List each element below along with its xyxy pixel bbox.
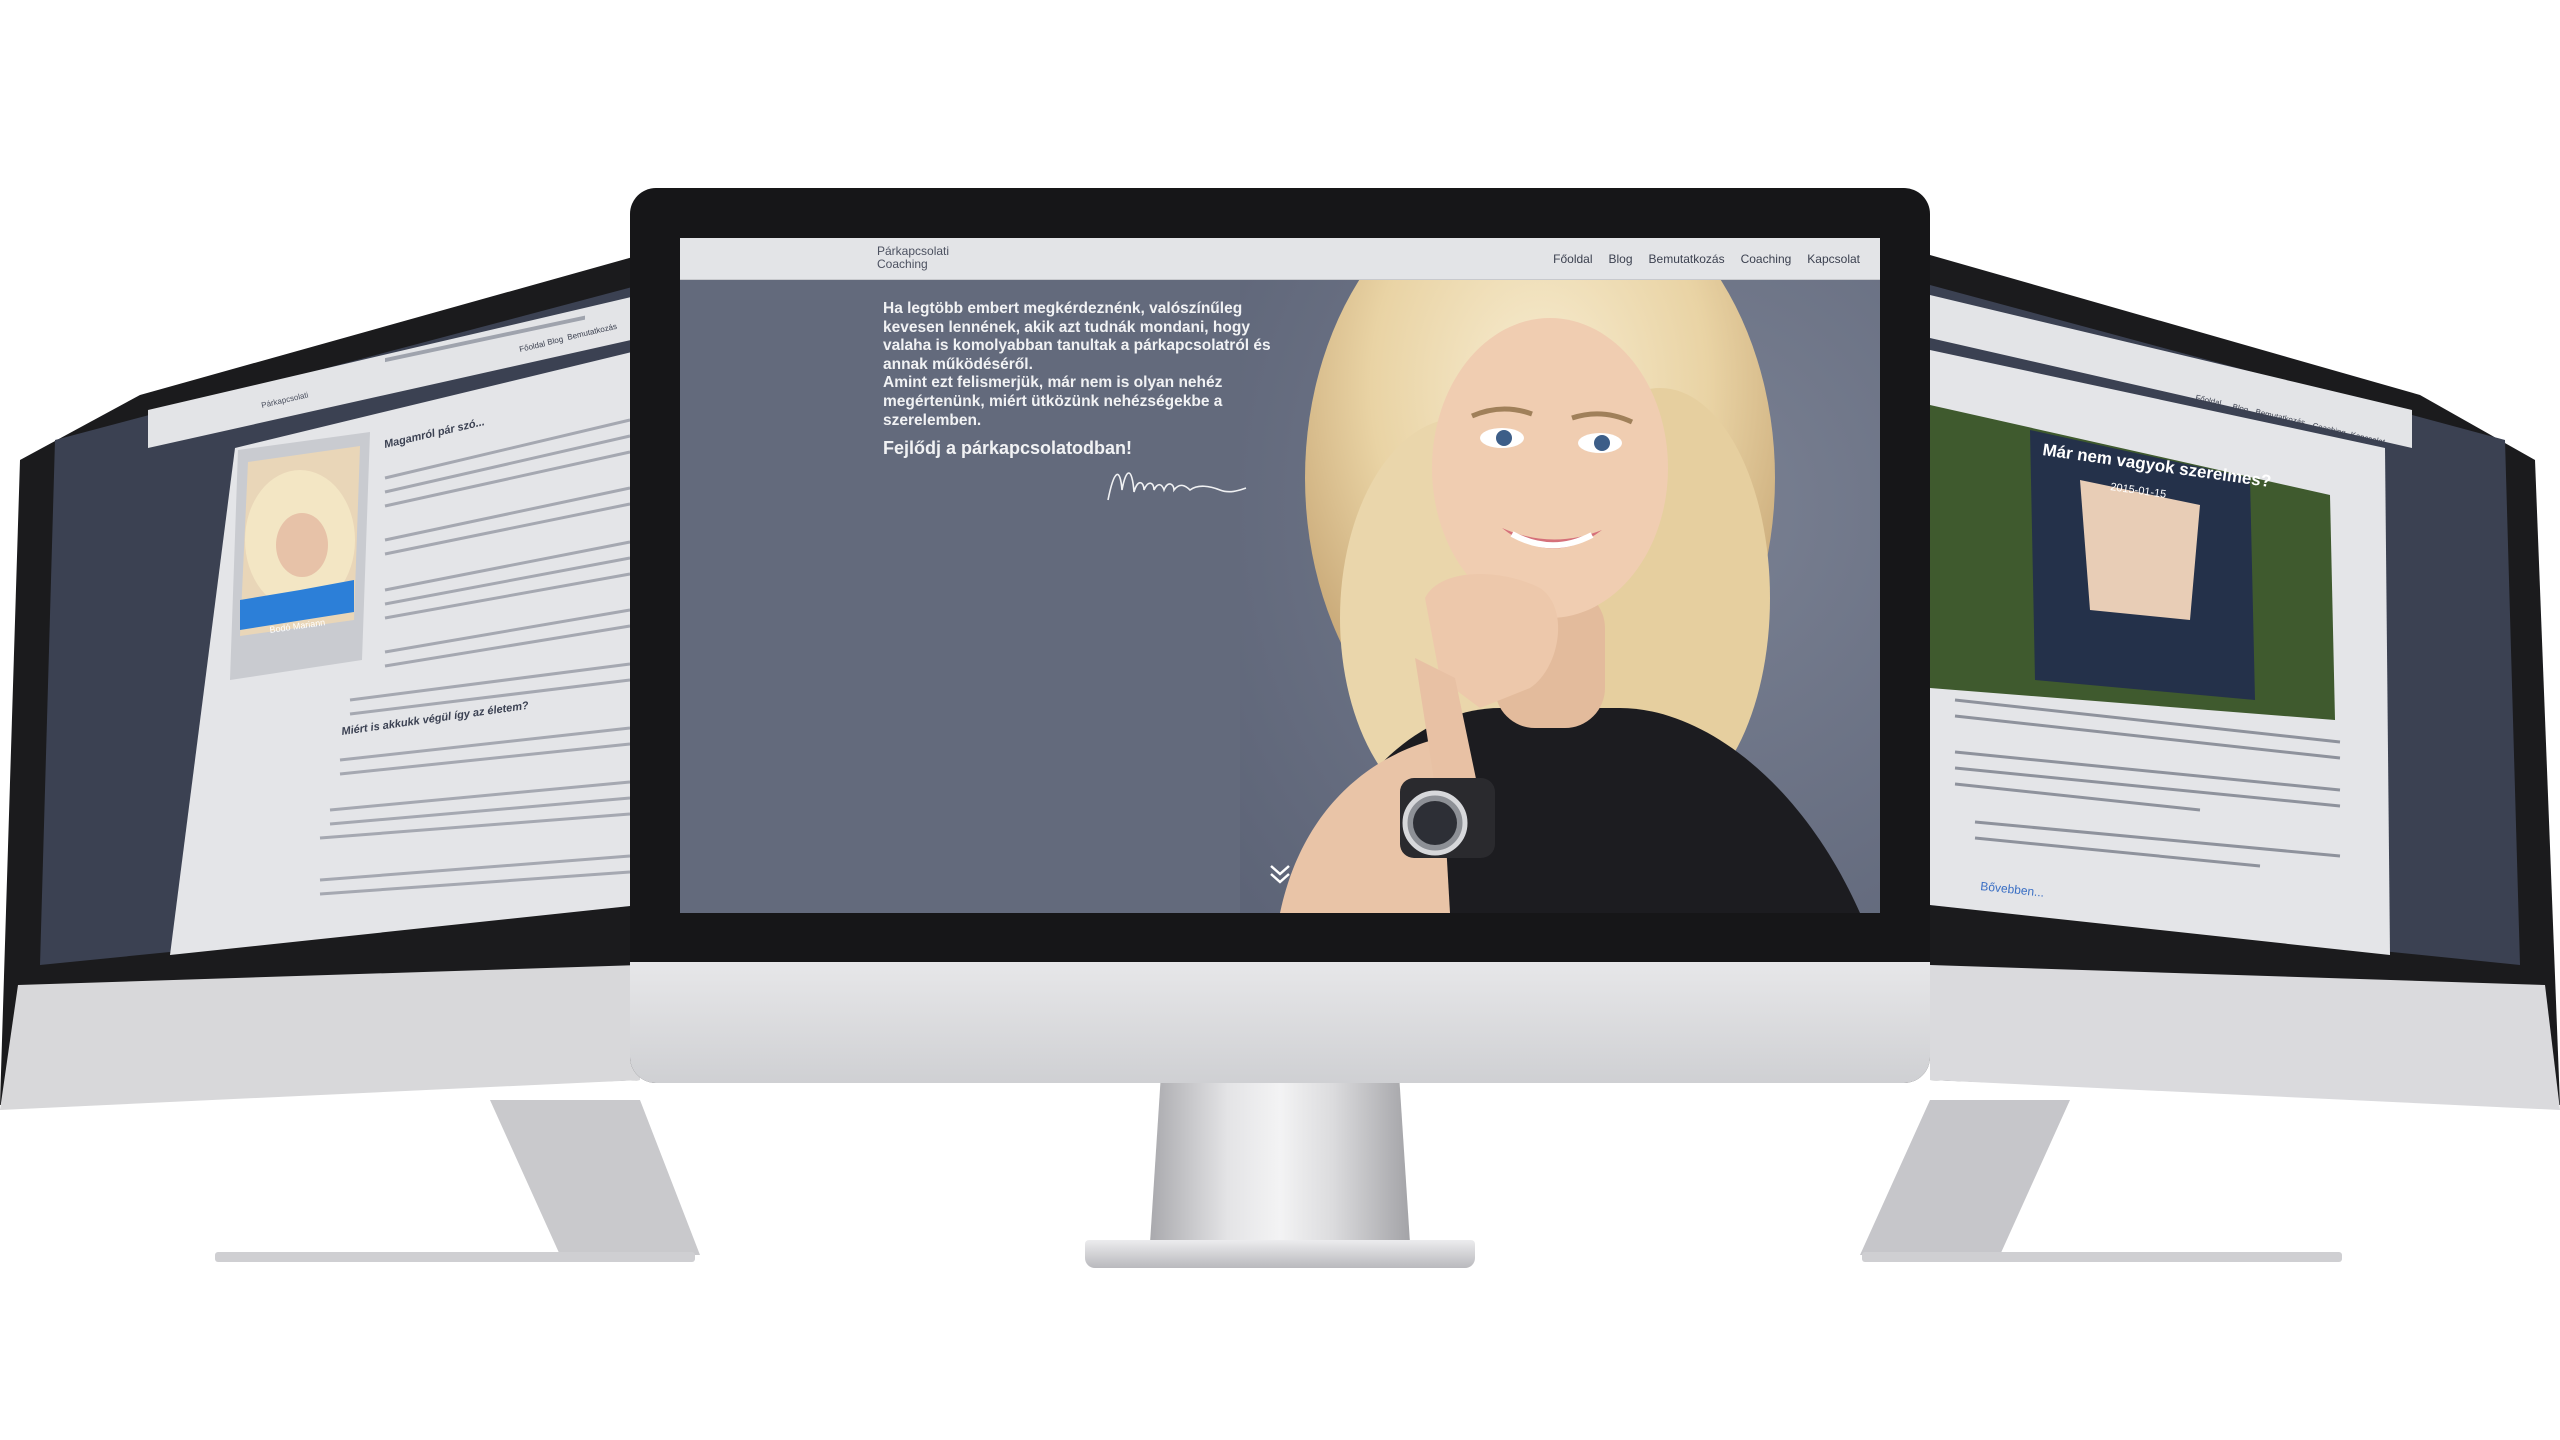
hero-paragraph-1: Ha legtöbb embert megkérdeznénk, valószí… [883,300,1271,373]
center-monitor-foot [1085,1240,1475,1268]
hero-tagline: Fejlődj a párkapcsolatodban! [883,438,1133,458]
center-monitor-stand [1150,1083,1410,1243]
hero-text: Ha legtöbb embert megkérdeznénk, valószí… [883,300,1273,430]
site-logo[interactable]: Párkapcsolati Coaching [877,245,997,271]
hero-paragraph-2: Amint ezt felismerjük, már nem is olyan … [883,374,1223,429]
center-screen: Párkapcsolati Coaching Főoldal Blog Bemu… [680,238,1880,913]
hero-portrait [1240,238,1880,913]
nav-link-coaching[interactable]: Coaching [1741,252,1792,266]
nav-link-blog[interactable]: Blog [1609,252,1633,266]
nav-link-bemutatkozas[interactable]: Bemutatkozás [1649,252,1725,266]
signature-mariann [1107,472,1247,501]
site-nav: Párkapcsolati Coaching Főoldal Blog Bemu… [680,238,1880,280]
logo-line-2: Coaching [877,257,928,271]
chevron-double-down-icon[interactable] [1267,860,1293,888]
center-monitor-chin [630,962,1930,1083]
nav-link-fooldal[interactable]: Főoldal [1553,252,1592,266]
nav-links: Főoldal Blog Bemutatkozás Coaching Kapcs… [1545,238,1880,280]
nav-link-kapcsolat[interactable]: Kapcsolat [1807,252,1860,266]
